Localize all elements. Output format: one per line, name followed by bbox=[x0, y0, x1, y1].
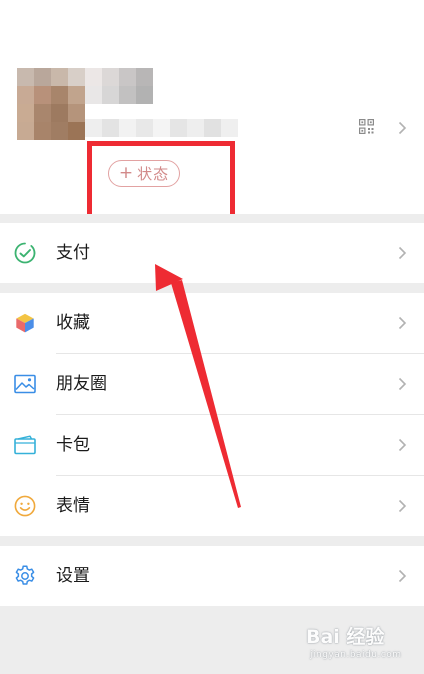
chevron-right-icon bbox=[398, 569, 407, 583]
profile-header[interactable]: + 状态 bbox=[0, 0, 424, 214]
pay-check-circle-icon bbox=[14, 242, 36, 264]
card-wallet-icon bbox=[14, 435, 36, 455]
menu-item-label: 收藏 bbox=[56, 313, 90, 333]
chevron-right-icon bbox=[398, 246, 407, 260]
plus-icon: + bbox=[118, 163, 135, 183]
menu-item-label: 支付 bbox=[56, 243, 90, 263]
menu-item-stickers[interactable]: 表情 bbox=[0, 476, 424, 536]
gear-icon bbox=[15, 565, 35, 585]
menu-item-moments[interactable]: 朋友圈 bbox=[0, 354, 424, 414]
chevron-right-icon bbox=[398, 316, 407, 330]
section-gap bbox=[0, 283, 424, 293]
landscape-photo-icon bbox=[14, 374, 36, 394]
menu-item-label: 卡包 bbox=[56, 435, 90, 455]
baidu-jingyan-watermark: Bai 经验 jingyan.baidu.com bbox=[306, 620, 416, 666]
wechat-id-blurred bbox=[85, 119, 239, 137]
menu-item-label: 朋友圈 bbox=[56, 374, 107, 394]
status-button-label: 状态 bbox=[137, 165, 170, 183]
menu-item-favorites[interactable]: 收藏 bbox=[0, 293, 424, 353]
chevron-right-icon bbox=[398, 121, 407, 135]
menu-item-label: 设置 bbox=[56, 566, 90, 586]
section-gap bbox=[0, 536, 424, 546]
chevron-right-icon bbox=[398, 377, 407, 391]
qr-code-icon[interactable] bbox=[359, 119, 374, 134]
smiley-face-icon bbox=[14, 495, 36, 517]
menu-item-cards[interactable]: 卡包 bbox=[0, 415, 424, 475]
watermark-brand: Bai 经验 bbox=[306, 626, 385, 648]
menu-item-settings[interactable]: 设置 bbox=[0, 546, 424, 606]
section-gap bbox=[0, 214, 424, 223]
menu-item-pay[interactable]: 支付 bbox=[0, 223, 424, 283]
menu-item-label: 表情 bbox=[56, 496, 90, 516]
cube-box-icon bbox=[15, 313, 35, 334]
chevron-right-icon bbox=[398, 499, 407, 513]
chevron-right-icon bbox=[398, 438, 407, 452]
avatar[interactable] bbox=[17, 68, 85, 140]
watermark-url: jingyan.baidu.com bbox=[310, 650, 402, 660]
nickname-blurred bbox=[85, 68, 153, 104]
add-status-button[interactable]: + 状态 bbox=[108, 160, 180, 187]
